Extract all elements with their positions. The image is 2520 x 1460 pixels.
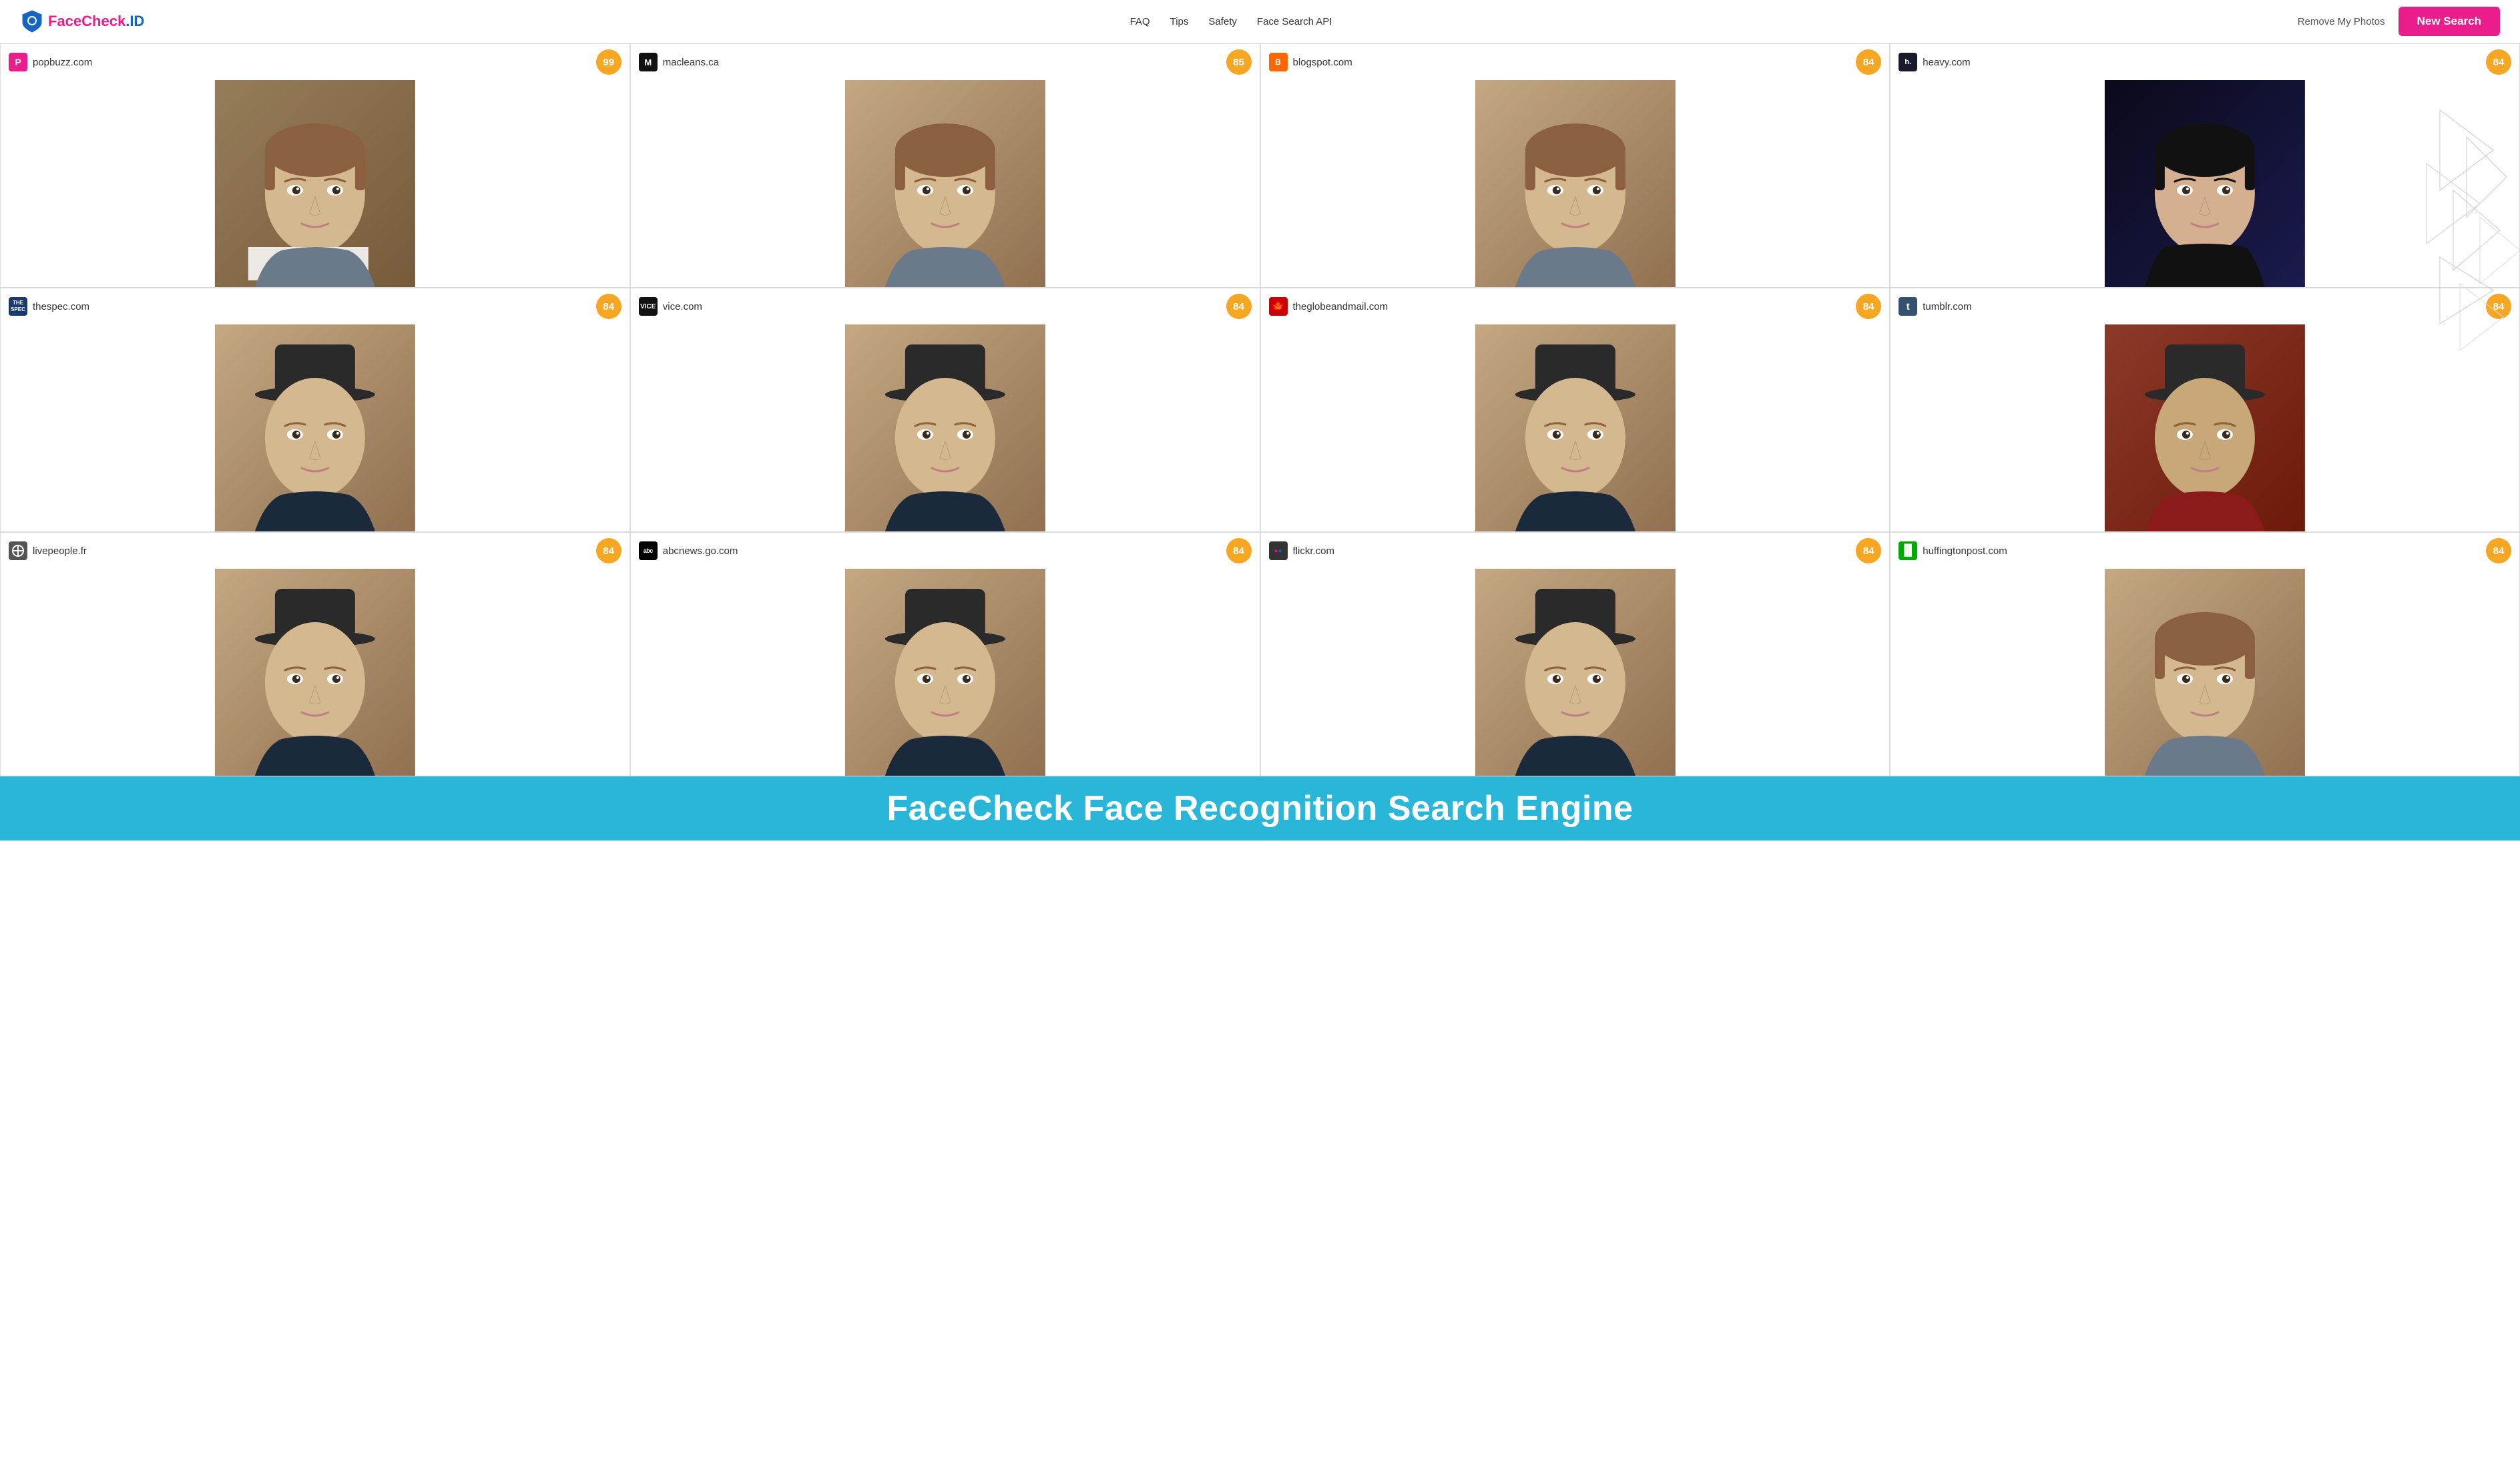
result-card[interactable]: h.heavy.com 84 [1890,43,2520,288]
face-image [631,324,1260,531]
site-name: blogspot.com [1293,57,1352,68]
bottom-banner-text: FaceCheck Face Recognition Search Engine [13,788,2507,828]
site-name: heavy.com [1923,57,1970,68]
site-info: 🍁theglobeandmail.com [1269,297,1389,316]
score-badge: 84 [2486,538,2511,563]
score-badge: 84 [1856,49,1881,75]
card-header: ●●flickr.com 84 [1261,533,1890,569]
site-info: ▐▌huffingtonpost.com [1899,541,2007,560]
score-badge: 84 [2486,294,2511,319]
face-image [631,80,1260,287]
site-name: flickr.com [1293,545,1335,557]
face-image [1891,569,2519,776]
score-badge: 84 [596,294,621,319]
logo-text: FaceCheck.ID [48,13,144,30]
face-image [631,569,1260,776]
result-card[interactable]: 🍁theglobeandmail.com 84 [1260,288,1891,532]
shield-icon [20,9,44,33]
site-info: VICEvice.com [639,297,702,316]
bottom-banner: FaceCheck Face Recognition Search Engine [0,776,2520,840]
card-header: 🍁theglobeandmail.com 84 [1261,288,1890,324]
card-header: abcabcnews.go.com 84 [631,533,1260,569]
logo-area: FaceCheck.ID [20,9,144,33]
result-card[interactable]: ●●flickr.com 84 [1260,532,1891,776]
site-info: h.heavy.com [1899,53,1970,71]
face-image [1891,80,2519,287]
header-right: Remove My Photos New Search [2298,7,2500,36]
face-image [1261,569,1890,776]
site-name: macleans.ca [663,57,719,68]
card-header: ▐▌huffingtonpost.com 84 [1891,533,2519,569]
face-image [1261,80,1890,287]
result-card[interactable]: ttumblr.com 84 [1890,288,2520,532]
card-header: THESPECthespec.com 84 [1,288,629,324]
score-badge: 84 [1226,538,1252,563]
site-name: vice.com [663,301,702,312]
card-header: Mmacleans.ca 85 [631,44,1260,80]
card-header: VICEvice.com 84 [631,288,1260,324]
result-card[interactable]: Mmacleans.ca 85 [630,43,1260,288]
card-header: ttumblr.com 84 [1891,288,2519,324]
site-info: ●●flickr.com [1269,541,1335,560]
site-name: tumblr.com [1923,301,1971,312]
site-info: Bblogspot.com [1269,53,1352,71]
face-image [1,324,629,531]
face-image [1261,324,1890,531]
result-card[interactable]: Ppopbuzz.com 99 [0,43,630,288]
score-badge: 84 [1856,294,1881,319]
score-badge: 84 [2486,49,2511,75]
result-card[interactable]: THESPECthespec.com 84 [0,288,630,532]
nav-faq[interactable]: FAQ [1130,16,1150,27]
site-name: popbuzz.com [33,57,92,68]
score-badge: 84 [596,538,621,563]
result-card[interactable]: VICEvice.com 84 [630,288,1260,532]
face-image: WHO HERE HASON NETFLIX OH NCORE [1,80,629,287]
site-name: thespec.com [33,301,89,312]
nav-safety[interactable]: Safety [1208,16,1237,27]
nav-tips[interactable]: Tips [1170,16,1189,27]
score-badge: 84 [1856,538,1881,563]
site-info: ttumblr.com [1899,297,1971,316]
site-info: abcabcnews.go.com [639,541,738,560]
score-badge: 85 [1226,49,1252,75]
card-header: h.heavy.com 84 [1891,44,2519,80]
site-name: livepeople.fr [33,545,87,557]
result-card[interactable]: Bblogspot.com 84 [1260,43,1891,288]
new-search-button[interactable]: New Search [2399,7,2500,36]
results-grid: Ppopbuzz.com 99 [0,43,2520,776]
score-badge: 99 [596,49,621,75]
face-image [1,569,629,776]
face-image [1891,324,2519,531]
card-header: Ppopbuzz.com 99 [1,44,629,80]
card-header: livepeople.fr 84 [1,533,629,569]
nav-links: FAQ Tips Safety Face Search API [1130,16,1332,27]
app-header: FaceCheck.ID FAQ Tips Safety Face Search… [0,0,2520,43]
result-card[interactable]: abcabcnews.go.com 84 [630,532,1260,776]
result-card[interactable]: livepeople.fr 84 [0,532,630,776]
site-name: huffingtonpost.com [1923,545,2007,557]
card-header: Bblogspot.com 84 [1261,44,1890,80]
result-card[interactable]: ▐▌huffingtonpost.com 84 [1890,532,2520,776]
remove-photos-link[interactable]: Remove My Photos [2298,16,2385,27]
site-info: Ppopbuzz.com [9,53,92,71]
site-info: livepeople.fr [9,541,87,560]
score-badge: 84 [1226,294,1252,319]
site-info: THESPECthespec.com [9,297,89,316]
site-info: Mmacleans.ca [639,53,719,71]
site-name: theglobeandmail.com [1293,301,1389,312]
nav-face-search-api[interactable]: Face Search API [1257,16,1332,27]
site-name: abcnews.go.com [663,545,738,557]
